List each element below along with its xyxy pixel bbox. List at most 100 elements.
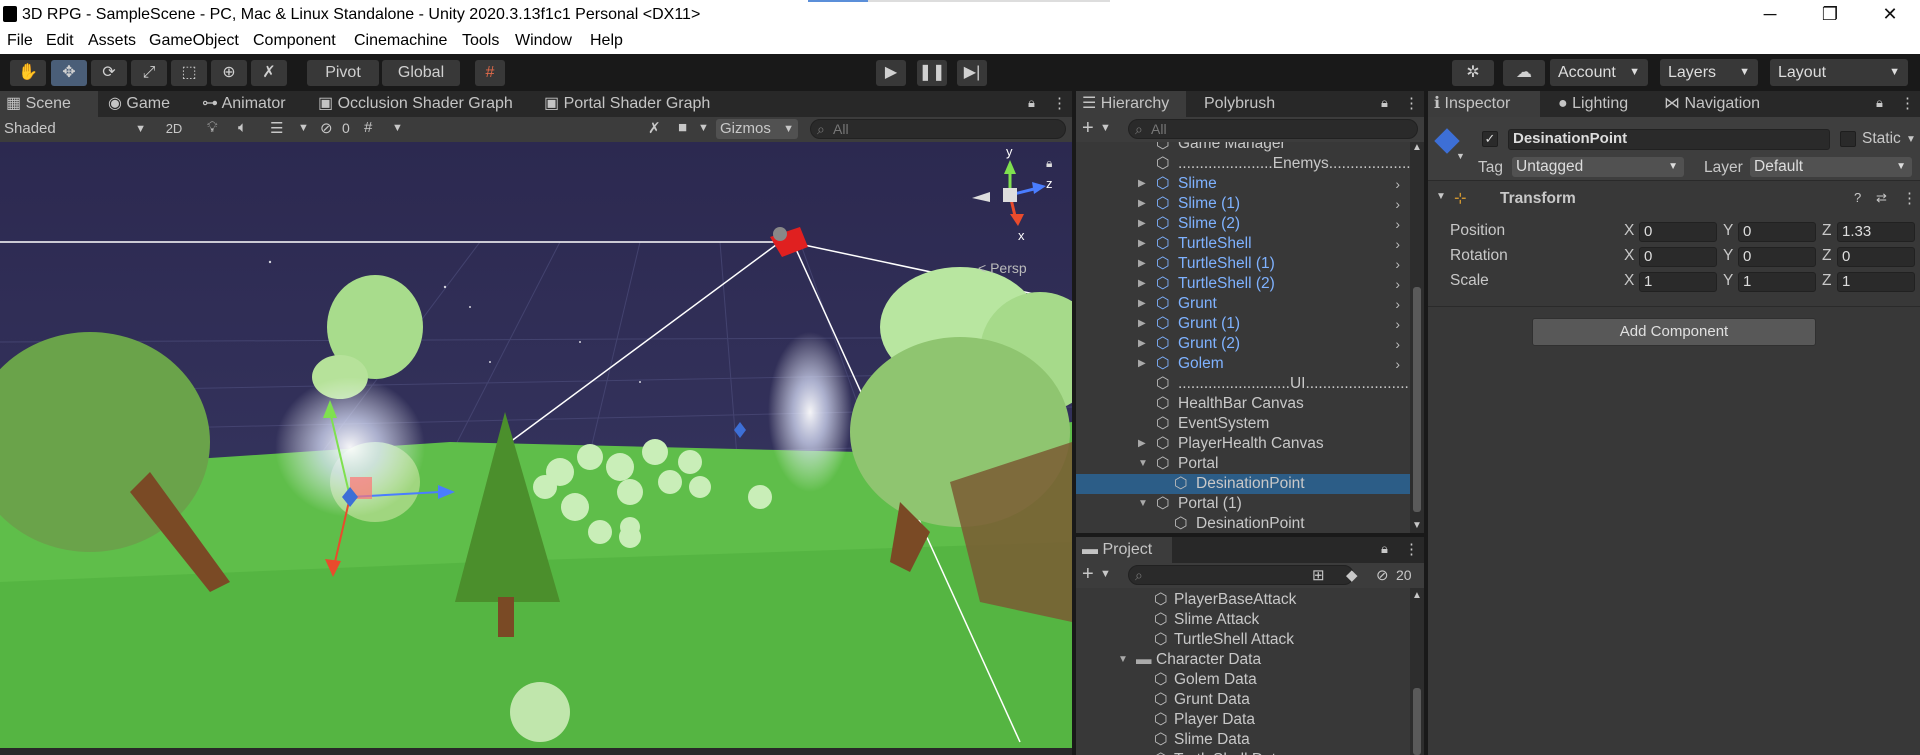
open-prefab-icon[interactable]: ›: [1395, 314, 1400, 334]
lock-icon[interactable]: 🔒︎: [1046, 156, 1052, 171]
project-item[interactable]: ⬡ Golem Data: [1076, 670, 1410, 690]
project-item[interactable]: ▼ ▬ Character Data: [1076, 650, 1410, 670]
hierarchy-item[interactable]: ▶ ⬡ Slime ›: [1076, 174, 1410, 194]
menu-component[interactable]: Component: [253, 32, 336, 50]
transform-x-field[interactable]: 0: [1639, 222, 1717, 242]
chevron-down-icon[interactable]: ▼: [1906, 134, 1916, 145]
active-checkbox[interactable]: ✓: [1482, 131, 1498, 147]
menu-help[interactable]: Help: [590, 32, 623, 50]
rect-tool-button[interactable]: ⬚: [171, 60, 207, 86]
hierarchy-item[interactable]: ⬡ Game Manager: [1076, 142, 1410, 154]
hierarchy-item[interactable]: ▶ ⬡ TurtleShell (2) ›: [1076, 274, 1410, 294]
expanded-arrow-icon[interactable]: ▼: [1118, 650, 1128, 670]
hierarchy-item[interactable]: ⬡ HealthBar Canvas: [1076, 394, 1410, 414]
pause-button[interactable]: ❚❚: [917, 60, 947, 86]
project-item[interactable]: ⬡ Grunt Data: [1076, 690, 1410, 710]
hierarchy-item[interactable]: ⬡ ......................Enemys...........…: [1076, 154, 1423, 174]
open-prefab-icon[interactable]: ›: [1395, 354, 1400, 374]
hierarchy-item[interactable]: ⬡ EventSystem: [1076, 414, 1410, 434]
transform-y-field[interactable]: 1: [1738, 272, 1816, 292]
menu-assets[interactable]: Assets: [88, 32, 136, 50]
tab-animator[interactable]: ⊶ Animator: [196, 91, 296, 117]
open-prefab-icon[interactable]: ›: [1395, 214, 1400, 234]
chevron-down-icon[interactable]: ▼: [698, 122, 709, 134]
transform-z-field[interactable]: 1: [1837, 272, 1915, 292]
collapsed-arrow-icon[interactable]: ▶: [1138, 334, 1146, 354]
tab-game[interactable]: ◉ Game: [102, 91, 182, 117]
chevron-down-icon[interactable]: ▼: [1456, 151, 1465, 161]
gizmos-dropdown[interactable]: Gizmos ▼: [716, 119, 798, 139]
lighting-toggle-icon[interactable]: 💡︎: [207, 119, 218, 136]
collapsed-arrow-icon[interactable]: ▶: [1138, 314, 1146, 334]
chevron-down-icon[interactable]: ▼: [298, 122, 309, 134]
account-dropdown[interactable]: Account ▼: [1550, 59, 1648, 86]
move-tool-button[interactable]: ✥: [51, 60, 87, 86]
scroll-up-icon[interactable]: ▲: [1412, 142, 1422, 153]
more-options-icon[interactable]: ⋮: [1900, 94, 1915, 112]
pivot-toggle[interactable]: Pivot: [307, 60, 379, 86]
tab-portal-shader-graph[interactable]: ▣ Portal Shader Graph: [538, 91, 718, 117]
scene-viewport[interactable]: y z x 🔒︎ < Persp: [0, 142, 1072, 748]
open-prefab-icon[interactable]: ›: [1395, 294, 1400, 314]
hierarchy-item[interactable]: ⬡ DesinationPoint: [1076, 474, 1410, 494]
scroll-up-icon[interactable]: ▲: [1412, 590, 1422, 601]
tab-inspector[interactable]: ℹ︎ Inspector: [1428, 91, 1540, 117]
collapsed-arrow-icon[interactable]: ▶: [1138, 214, 1146, 234]
tab-scene[interactable]: ▦ Scene: [0, 91, 98, 117]
global-toggle[interactable]: Global: [382, 60, 460, 86]
hierarchy-item[interactable]: ⬡ ..........................UI...........…: [1076, 374, 1417, 394]
collapsed-arrow-icon[interactable]: ▶: [1138, 234, 1146, 254]
tools-icon[interactable]: ✗: [648, 119, 661, 137]
transform-tool-button[interactable]: ⊕: [211, 60, 247, 86]
layers-dropdown[interactable]: Layers ▼: [1660, 59, 1758, 86]
chevron-down-icon[interactable]: ▼: [1100, 568, 1111, 580]
add-icon[interactable]: +: [1082, 117, 1094, 140]
transform-x-field[interactable]: 1: [1639, 272, 1717, 292]
menu-file[interactable]: File: [7, 32, 33, 50]
add-component-button[interactable]: Add Component: [1532, 318, 1816, 346]
chevron-down-icon[interactable]: ▼: [392, 122, 403, 134]
hierarchy-item[interactable]: ⬡ DesinationPoint: [1076, 514, 1410, 533]
step-button[interactable]: ▶|: [957, 60, 987, 86]
scroll-down-icon[interactable]: ▼: [1412, 520, 1422, 531]
menu-cinemachine[interactable]: Cinemachine: [354, 32, 447, 50]
rotate-tool-button[interactable]: ⟳: [91, 60, 127, 86]
open-prefab-icon[interactable]: ›: [1395, 274, 1400, 294]
hierarchy-item[interactable]: ▶ ⬡ TurtleShell (1) ›: [1076, 254, 1410, 274]
transform-header[interactable]: ▼ ⊹ Transform ? ⇄ ⋮: [1428, 189, 1920, 211]
camera-icon[interactable]: ■: [678, 119, 687, 136]
static-checkbox[interactable]: [1840, 131, 1856, 147]
transform-z-field[interactable]: 0: [1837, 247, 1915, 267]
more-options-icon[interactable]: ⋮: [1404, 540, 1419, 558]
hierarchy-item[interactable]: ▶ ⬡ Slime (2) ›: [1076, 214, 1410, 234]
more-options-icon[interactable]: ⋮: [1404, 94, 1419, 112]
menu-tools[interactable]: Tools: [462, 32, 499, 50]
scale-tool-button[interactable]: ⤢: [131, 60, 167, 86]
effects-toggle-icon[interactable]: ☰: [270, 119, 283, 137]
hierarchy-item[interactable]: ▼ ⬡ Portal: [1076, 454, 1410, 474]
project-item[interactable]: ⬡ Player Data: [1076, 710, 1410, 730]
grid-snap-button[interactable]: #: [475, 60, 505, 86]
collapsed-arrow-icon[interactable]: ▶: [1138, 294, 1146, 314]
open-prefab-icon[interactable]: ›: [1395, 234, 1400, 254]
orientation-gizmo[interactable]: y z x: [960, 144, 1060, 243]
persp-label[interactable]: < Persp: [978, 260, 1027, 276]
hierarchy-item[interactable]: ▼ ⬡ Portal (1): [1076, 494, 1410, 514]
project-item[interactable]: ⬡ TurtleShell Attack: [1076, 630, 1410, 650]
transform-y-field[interactable]: 0: [1738, 222, 1816, 242]
collapsed-arrow-icon[interactable]: ▶: [1138, 174, 1146, 194]
add-icon[interactable]: +: [1082, 563, 1094, 586]
open-prefab-icon[interactable]: ›: [1395, 334, 1400, 354]
tab-polybrush[interactable]: Polybrush: [1198, 91, 1298, 117]
collapsed-arrow-icon[interactable]: ▶: [1138, 254, 1146, 274]
minimize-button[interactable]: ─: [1740, 0, 1800, 29]
preset-icon[interactable]: ⇄: [1876, 190, 1887, 206]
tab-lighting[interactable]: ● Lighting: [1552, 91, 1652, 117]
expanded-arrow-icon[interactable]: ▼: [1138, 494, 1148, 514]
grid-toggle-icon[interactable]: #: [364, 119, 372, 136]
lock-icon[interactable]: 🔒︎: [1381, 95, 1388, 111]
menu-gameobject[interactable]: GameObject: [149, 32, 239, 50]
project-item[interactable]: ⬡ TurtleShell Data: [1076, 750, 1410, 755]
project-scrollbar[interactable]: ▲: [1410, 588, 1424, 755]
object-name-field[interactable]: DesinationPoint: [1508, 129, 1830, 150]
